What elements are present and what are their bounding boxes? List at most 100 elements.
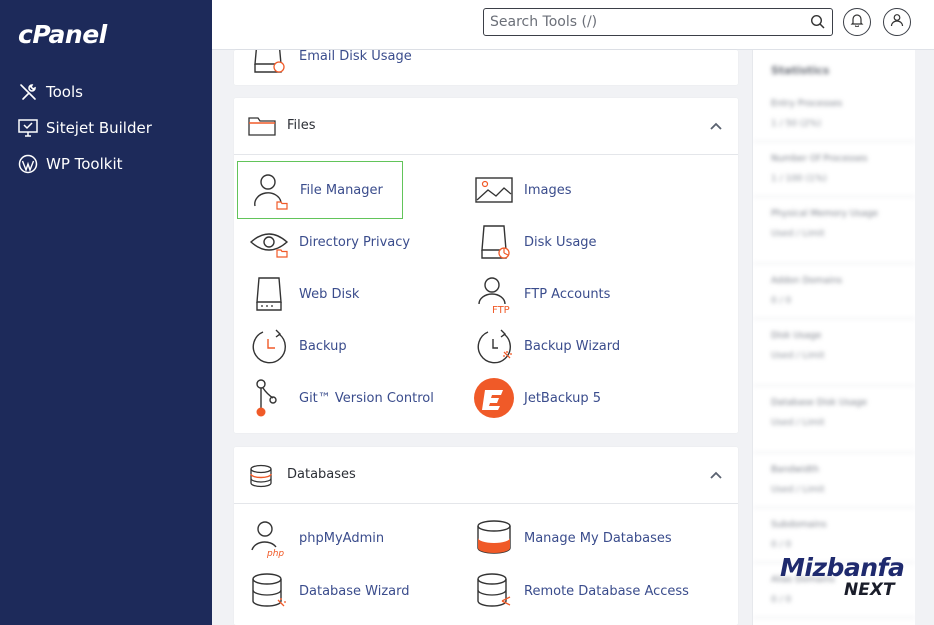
tool-remote-database-access[interactable]: Remote Database Access (462, 562, 689, 620)
tool-label: FTP Accounts (524, 286, 611, 302)
folder-icon (248, 115, 276, 139)
stat-label: Physical Memory Usage (771, 209, 878, 219)
sidebar-item-wp-toolkit[interactable]: WP Toolkit (18, 152, 123, 176)
stat-label: Number Of Processes (771, 154, 868, 164)
stat-value: 1 / 50 (2%) (771, 119, 822, 129)
tool-phpmyadmin[interactable]: php phpMyAdmin (237, 509, 403, 567)
wordpress-icon (18, 154, 38, 174)
tool-images[interactable]: Images (462, 161, 628, 219)
phpmyadmin-icon: php (247, 516, 291, 560)
sidebar-item-label: WP Toolkit (46, 155, 123, 173)
notifications-button[interactable] (843, 8, 871, 36)
tool-backup-wizard[interactable]: Backup Wizard (462, 317, 628, 375)
tool-label: Remote Database Access (524, 583, 689, 599)
remote-database-icon (472, 569, 516, 613)
stat-label: Bandwidth (771, 465, 819, 475)
watermark-line1: Mizbanfa (780, 553, 905, 582)
stat-row: Database Disk Usage Used / Limit (753, 386, 915, 453)
bell-icon (850, 13, 864, 32)
search-input[interactable] (490, 11, 800, 33)
files-title: Files (287, 118, 316, 133)
watermark-line2: NEXT (844, 580, 895, 600)
sidebar-item-label: Sitejet Builder (46, 119, 152, 137)
tool-label: Web Disk (299, 286, 360, 302)
stat-row: Disk Usage Used / Limit (753, 319, 915, 386)
tool-label: Backup Wizard (524, 338, 621, 354)
tool-label: phpMyAdmin (299, 530, 385, 546)
svg-text:FTP: FTP (492, 305, 510, 314)
tool-label: Backup (299, 338, 347, 354)
tool-directory-privacy[interactable]: Directory Privacy (237, 213, 410, 271)
stat-row: Addon Domains 0 / 0 (753, 264, 915, 319)
tool-label: Manage My Databases (524, 530, 672, 546)
tool-label: Disk Usage (524, 234, 597, 250)
directory-privacy-icon (247, 220, 291, 264)
database-icon (248, 464, 276, 488)
tool-ftp-accounts[interactable]: FTP FTP Accounts (462, 265, 628, 323)
stat-label: Database Disk Usage (771, 398, 868, 408)
tool-web-disk[interactable]: Web Disk (237, 265, 403, 323)
statistics-panel: Statistics Entry Processes 1 / 50 (2%) Nu… (752, 50, 915, 625)
tool-file-manager[interactable]: File Manager (237, 161, 403, 219)
stat-row: Physical Memory Usage Used / Limit (753, 197, 915, 264)
stat-label: Disk Usage (771, 331, 822, 341)
stat-value: Used / Limit (771, 229, 825, 239)
search-icon[interactable] (810, 14, 826, 30)
sidebar-item-tools[interactable]: Tools (18, 80, 83, 104)
stat-value: 1 / 100 (1%) (771, 174, 827, 184)
chevron-up-icon[interactable] (708, 118, 724, 134)
files-panel-header[interactable]: Files (234, 98, 738, 155)
watermark-logo: Mizbanfa NEXT (780, 553, 920, 603)
email-disk-usage-icon (247, 50, 291, 78)
stat-label: Subdomains (771, 520, 827, 530)
stat-value: Used / Limit (771, 418, 825, 428)
tool-jetbackup[interactable]: JetBackup 5 (462, 369, 628, 427)
files-panel: Files File Manager Images Directory Priv… (234, 98, 738, 433)
tool-label: Database Wizard (299, 583, 410, 599)
web-disk-icon (247, 272, 291, 316)
databases-panel: Databases php phpMyAdmin Manage My Datab… (234, 447, 738, 625)
cpanel-logo[interactable]: cPanel (18, 20, 107, 49)
jetbackup-icon (472, 376, 516, 420)
stat-value: Used / Limit (771, 485, 825, 495)
disk-usage-icon (472, 220, 516, 264)
images-icon (472, 168, 516, 212)
manage-databases-icon (472, 516, 516, 560)
tool-label: Images (524, 182, 572, 198)
databases-panel-header[interactable]: Databases (234, 447, 738, 504)
tool-disk-usage[interactable]: Disk Usage (462, 213, 628, 271)
tool-git-version-control[interactable]: Git™ Version Control (237, 369, 434, 427)
backup-wizard-icon (472, 324, 516, 368)
tool-label: JetBackup 5 (524, 390, 601, 406)
git-icon (247, 376, 291, 420)
top-header (212, 0, 934, 50)
tool-label: File Manager (300, 182, 383, 198)
search-box[interactable] (483, 8, 833, 36)
tool-label: Email Disk Usage (299, 50, 412, 64)
stat-label: Entry Processes (771, 99, 843, 109)
user-icon (890, 13, 904, 32)
statistics-content: Statistics Entry Processes 1 / 50 (2%) Nu… (753, 50, 915, 618)
stat-label: Addon Domains (771, 276, 843, 286)
tool-email-disk-usage[interactable]: Email Disk Usage (237, 50, 412, 85)
statistics-title: Statistics (771, 64, 830, 77)
user-account-button[interactable] (883, 8, 911, 36)
tool-backup[interactable]: Backup (237, 317, 403, 375)
sidebar-item-sitejet[interactable]: Sitejet Builder (18, 116, 152, 140)
email-panel-partial: Email Disk Usage (234, 50, 738, 85)
stat-value: 0 / 0 (771, 540, 792, 550)
tool-database-wizard[interactable]: Database Wizard (237, 562, 410, 620)
databases-title: Databases (287, 467, 356, 482)
tool-manage-databases[interactable]: Manage My Databases (462, 509, 672, 567)
chevron-up-icon[interactable] (708, 467, 724, 483)
stat-row: Bandwidth Used / Limit (753, 453, 915, 508)
stat-row: Number Of Processes 1 / 100 (1%) (753, 142, 915, 197)
tools-icon (18, 82, 38, 102)
sitejet-icon (18, 118, 38, 138)
database-wizard-icon (247, 569, 291, 613)
ftp-accounts-icon: FTP (472, 272, 516, 316)
svg-text:php: php (266, 549, 284, 558)
tool-label: Directory Privacy (299, 234, 411, 250)
stat-value: Used / Limit (771, 351, 825, 361)
file-manager-icon (248, 168, 292, 212)
